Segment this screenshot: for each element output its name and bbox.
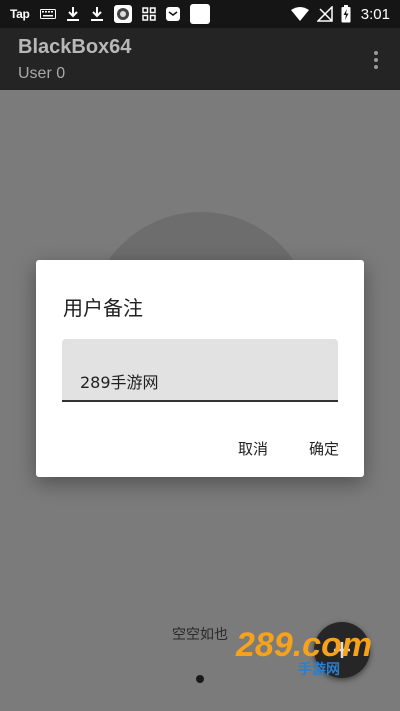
dialog-title: 用户备注 xyxy=(63,296,143,320)
mail-icon xyxy=(165,7,180,21)
clock: 3:01 xyxy=(360,5,390,23)
tap-label: Tap xyxy=(10,7,30,21)
battery-charging-icon xyxy=(341,5,351,23)
watermark-subtext: 手游网 xyxy=(298,661,340,678)
app-title: BlackBox64 xyxy=(18,36,132,58)
more-vert-icon[interactable] xyxy=(366,46,386,74)
watermark-logo: 289.com 手游网 xyxy=(232,622,382,682)
wifi-icon xyxy=(290,7,309,21)
no-signal-icon xyxy=(316,6,333,22)
watermark-text: 289.com xyxy=(235,626,372,664)
download-icon xyxy=(66,6,80,22)
download-icon xyxy=(90,6,104,22)
confirm-button[interactable]: 确定 xyxy=(309,438,339,459)
note-input-field[interactable]: 289手游网 xyxy=(62,339,338,402)
app-bar: BlackBox64 User 0 xyxy=(0,28,400,90)
note-input-value[interactable]: 289手游网 xyxy=(80,369,159,393)
keyboard-icon xyxy=(39,9,56,19)
square-icon xyxy=(189,4,210,24)
grid-icon xyxy=(141,7,156,21)
page-indicator xyxy=(196,675,204,683)
user-note-dialog: 用户备注 289手游网 取消 确定 xyxy=(36,260,364,477)
user-label: User 0 xyxy=(18,65,66,82)
status-bar: Tap 3:01 xyxy=(0,0,400,28)
game-app-icon xyxy=(113,5,132,23)
cancel-button[interactable]: 取消 xyxy=(238,438,268,459)
